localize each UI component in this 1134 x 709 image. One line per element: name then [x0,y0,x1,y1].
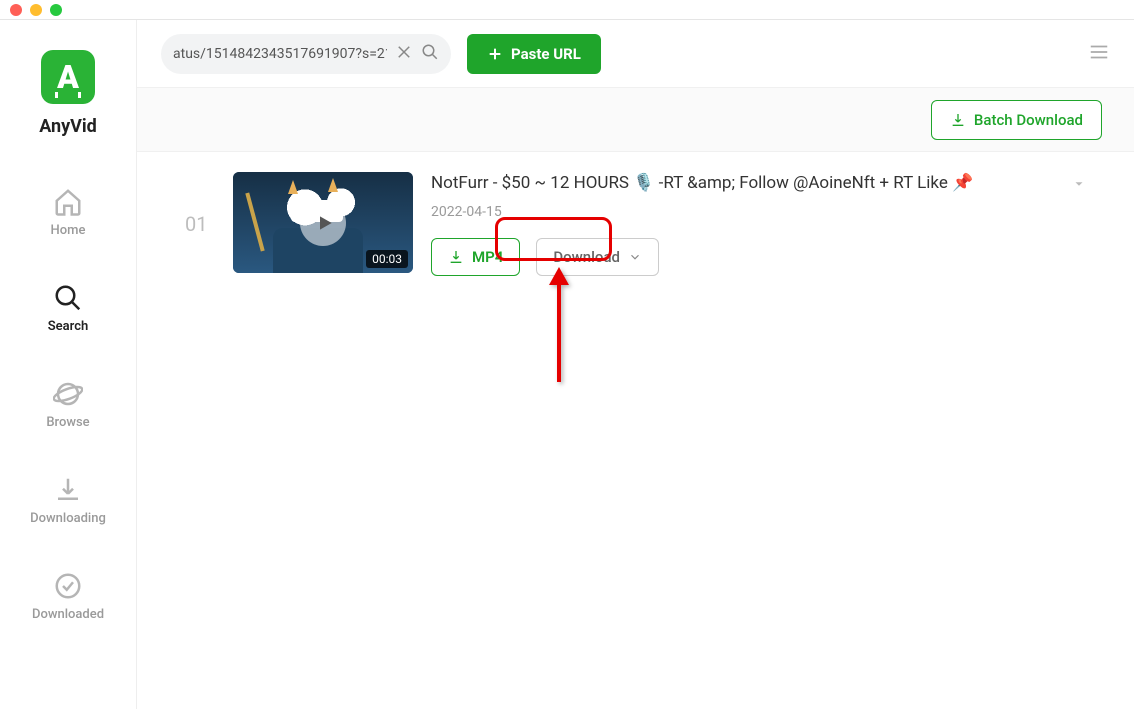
sidebar-item-search[interactable]: Search [48,283,89,334]
app-logo-block: A AnyVid [39,50,97,137]
batch-download-label: Batch Download [974,111,1083,129]
minimize-window-button[interactable] [30,4,42,16]
download-icon [448,249,464,265]
duration-badge: 00:03 [366,250,408,268]
download-icon [950,112,966,128]
result-meta: NotFurr - $50 ~ 12 HOURS 🎙️ -RT &amp; Fo… [431,172,1086,276]
collapse-toggle[interactable] [1072,176,1086,195]
maximize-window-button[interactable] [50,4,62,16]
mp4-download-button[interactable]: MP4 [431,238,520,276]
sidebar-item-home[interactable]: Home [51,187,86,238]
sidebar-item-label: Browse [46,415,89,430]
home-icon [53,187,83,217]
planet-icon [53,379,83,409]
close-window-button[interactable] [10,4,22,16]
sidebar-item-downloading[interactable]: Downloading [30,475,106,526]
search-submit-icon[interactable] [421,43,439,65]
result-row: 01 00:03 NotFurr - $50 ~ 12 HOURS 🎙️ -RT… [185,172,1086,276]
download-dropdown-button[interactable]: Download [536,238,659,276]
downloading-icon [53,475,83,505]
window-chrome [0,0,1134,20]
annotation-arrow [545,267,573,391]
plus-icon [487,46,503,62]
result-index: 01 [185,212,215,236]
sidebar-item-label: Downloaded [32,607,104,622]
paste-url-button[interactable]: Paste URL [467,34,601,74]
paste-url-label: Paste URL [511,45,581,63]
results-area: 01 00:03 NotFurr - $50 ~ 12 HOURS 🎙️ -RT… [137,152,1134,709]
hamburger-icon [1088,41,1110,63]
toolbar: Paste URL [137,20,1134,88]
search-input[interactable] [173,46,387,62]
sidebar-item-browse[interactable]: Browse [46,379,89,430]
sidebar: A AnyVid Home Search Browse [0,20,137,709]
app-name: AnyVid [39,116,97,137]
clear-icon[interactable] [395,43,413,65]
main-area: Paste URL Batch Download 01 [137,20,1134,709]
result-date: 2022-04-15 [431,204,1086,220]
app-logo-icon: A [41,50,95,104]
play-icon [300,200,346,246]
search-icon [53,283,83,313]
search-box [161,34,451,74]
sidebar-item-label: Home [51,223,86,238]
sidebar-item-downloaded[interactable]: Downloaded [32,571,104,622]
batch-download-button[interactable]: Batch Download [931,100,1102,140]
sidebar-item-label: Search [48,319,89,334]
menu-button[interactable] [1088,41,1110,67]
video-thumbnail[interactable]: 00:03 [233,172,413,273]
download-label: Download [553,248,620,266]
mp4-label: MP4 [472,248,503,266]
subbar: Batch Download [137,88,1134,152]
sidebar-item-label: Downloading [30,511,106,526]
result-actions: MP4 Download [431,238,1086,276]
result-title: NotFurr - $50 ~ 12 HOURS 🎙️ -RT &amp; Fo… [431,172,1086,196]
check-circle-icon [53,571,83,601]
chevron-down-icon [628,250,642,264]
